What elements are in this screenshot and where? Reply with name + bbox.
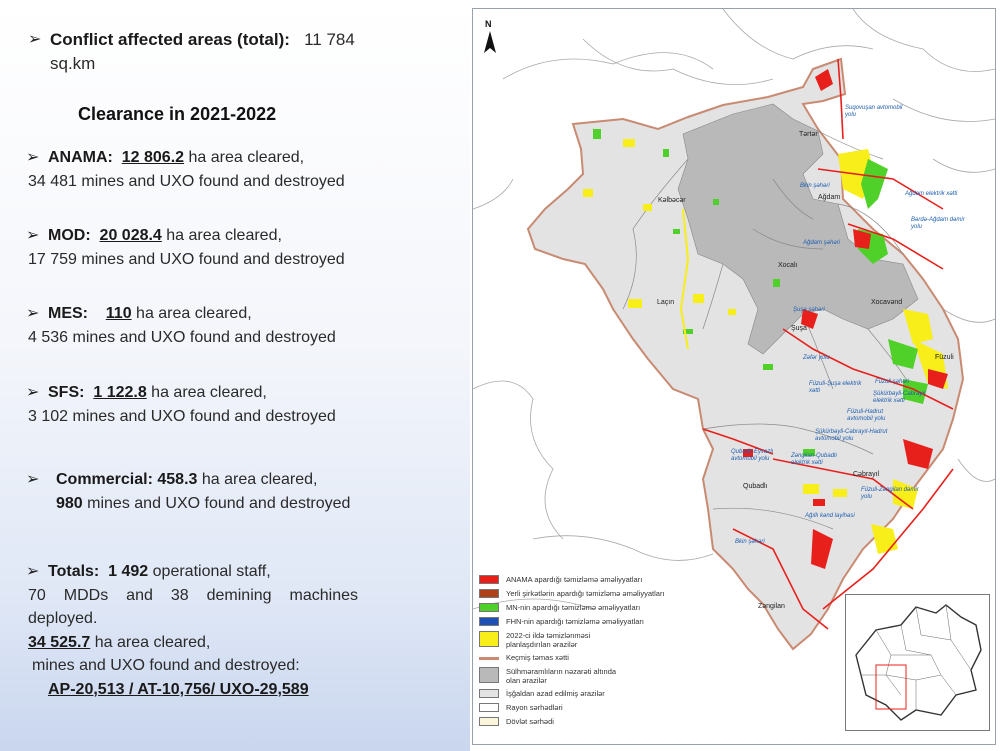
mines-text: 3 102 mines and UXO found and destroyed — [28, 407, 336, 425]
mines-text: 4 536 mines and UXO found and destroyed — [28, 328, 336, 346]
district-label: Xocalı — [778, 262, 798, 269]
route-label: Füzuli-Şuşa elektrik xətti — [809, 381, 862, 394]
anama-block: ➢ ANAMA: 12 806.2 ha area cleared, 34 48… — [26, 146, 358, 193]
inset-map — [845, 594, 990, 731]
route-label: Qubadlı-Eyvazlı avtomobil yolu — [731, 449, 774, 462]
totals-area: 34 525.7 — [28, 633, 91, 651]
legend-swatch — [479, 703, 499, 712]
bullet-arrow-icon: ➢ — [26, 471, 40, 488]
legend-swatch — [479, 657, 499, 660]
route-label: Şuşa şəhəri — [793, 307, 825, 313]
org-label: SFS: — [48, 384, 85, 401]
route-label: Şükürbəyli-Cəbrayıl-Hadrut avtomobil yol… — [815, 429, 888, 442]
totals-label: Totals: — [48, 563, 100, 580]
district-label: Qubadlı — [743, 483, 768, 490]
inset-map-svg — [855, 604, 982, 721]
district-label: Kəlbəcər — [658, 197, 686, 204]
route-label: Suqovuşan avtomobil yolu — [845, 105, 903, 118]
route-label: Ağıllı kənd layihəsi — [805, 513, 855, 519]
district-label: Laçın — [657, 299, 675, 306]
org-label: MOD: — [48, 227, 91, 244]
legend-swatch — [479, 575, 499, 584]
route-label: Zəfər yolu — [803, 355, 830, 361]
area-text: ha area cleared, — [161, 227, 282, 244]
bullet-arrow-icon: ➢ — [28, 31, 42, 48]
legend-swatch — [479, 603, 499, 612]
legend-swatch — [479, 589, 499, 598]
district-label: Zəngilan — [758, 603, 785, 610]
route-label: Bkin şəhəri — [800, 183, 830, 189]
conflict-area-block: ➢ Conflict affected areas (total): 11 78… — [28, 28, 390, 75]
conflict-area-label: Conflict affected areas (total): — [50, 30, 290, 49]
mines-text: 34 481 mines and UXO found and destroyed — [28, 172, 345, 190]
summary-panel: ➢ Conflict affected areas (total): 11 78… — [0, 0, 470, 751]
route-label: Füzuli-Zəngilan dəmir yolu — [861, 487, 919, 500]
commercial-mines-text: mines and UXO found and destroyed — [82, 494, 351, 512]
mines-text: 17 759 mines and UXO found and destroyed — [28, 250, 345, 268]
area-text: ha area cleared, — [146, 384, 267, 401]
totals-staff-text: operational staff, — [148, 563, 271, 580]
area-value: 12 806.2 — [121, 149, 185, 166]
area-value: 110 — [105, 305, 132, 322]
totals-line4: mines and UXO found and destroyed: — [32, 657, 300, 674]
route-label: Füzuli-Hadrut avtomobil yolu — [847, 409, 886, 422]
legend-swatch — [479, 617, 499, 626]
area-value: 20 028.4 — [99, 227, 162, 244]
totals-breakdown: AP-20,513 / AT-10,756/ UXO-29,589 — [48, 680, 309, 698]
clearance-heading: Clearance in 2021-2022 — [78, 104, 277, 124]
conflict-area-unit: sq.km — [50, 53, 96, 73]
bullet-arrow-icon: ➢ — [26, 384, 40, 401]
clearance-map: N Tərtər Kəlbəcər Ağdam Xocalı Laçın Xoc… — [472, 8, 996, 745]
legend-swatch — [479, 717, 499, 726]
commercial-block: ➢ Commercial: 458.3 ha area cleared, 980… — [26, 468, 373, 515]
legend-swatch — [479, 689, 499, 698]
route-label: Bərdə-Ağdam dəmir yolu — [911, 217, 965, 230]
district-label: Tərtər — [799, 131, 818, 138]
commercial-area-text: ha area cleared, — [197, 471, 318, 488]
totals-area-text: ha area cleared, — [90, 633, 211, 651]
route-label: Zəngilan-Qubadlı elektrik xətti — [791, 453, 838, 466]
route-label: Şükürbəyli-Cəbrayıl elektrik xətti — [873, 391, 926, 404]
commercial-label: Commercial: — [56, 471, 153, 488]
route-label: Ağdam elektrik xətti — [905, 191, 958, 197]
mes-block: ➢ MES: 110 ha area cleared, 4 536 mines … — [26, 302, 358, 349]
sfs-block: ➢ SFS: 1 122.8 ha area cleared, 3 102 mi… — [26, 381, 358, 428]
totals-block: ➢ Totals: 1 492 operational staff, 70 MD… — [26, 560, 358, 701]
mod-block: ➢ MOD: 20 028.4 ha area cleared, 17 759 … — [26, 224, 358, 271]
commercial-area: 458.3 — [157, 471, 198, 488]
conflict-area-value: 11 784 — [304, 30, 355, 49]
area-text: ha area cleared, — [184, 149, 305, 166]
route-label: Füzuli şəhəri — [875, 379, 910, 385]
district-label: Şuşa — [791, 325, 807, 332]
org-label: ANAMA: — [48, 149, 113, 166]
commercial-mines: 980 — [56, 494, 83, 512]
route-label: Bkin şəhəri — [735, 539, 765, 545]
district-label: Ağdam — [818, 194, 841, 201]
totals-line2: 70 MDDs and 38 demining machines deploye… — [28, 586, 358, 628]
legend-swatch — [479, 667, 499, 683]
district-label: Xocavənd — [871, 299, 903, 306]
area-text: ha area cleared, — [131, 305, 252, 322]
district-label: Cəbrayıl — [853, 471, 880, 478]
north-label: N — [485, 19, 492, 29]
totals-staff: 1 492 — [108, 563, 149, 580]
bullet-arrow-icon: ➢ — [26, 305, 40, 322]
district-label: Füzuli — [935, 354, 954, 361]
org-label: MES: — [48, 305, 88, 322]
bullet-arrow-icon: ➢ — [26, 227, 40, 244]
route-label: Ağdam şəhəri — [803, 240, 841, 246]
legend-swatch — [479, 631, 499, 647]
bullet-arrow-icon: ➢ — [26, 149, 40, 166]
bullet-arrow-icon: ➢ — [26, 563, 40, 580]
area-value: 1 122.8 — [93, 384, 147, 401]
north-arrow-icon — [484, 31, 496, 53]
